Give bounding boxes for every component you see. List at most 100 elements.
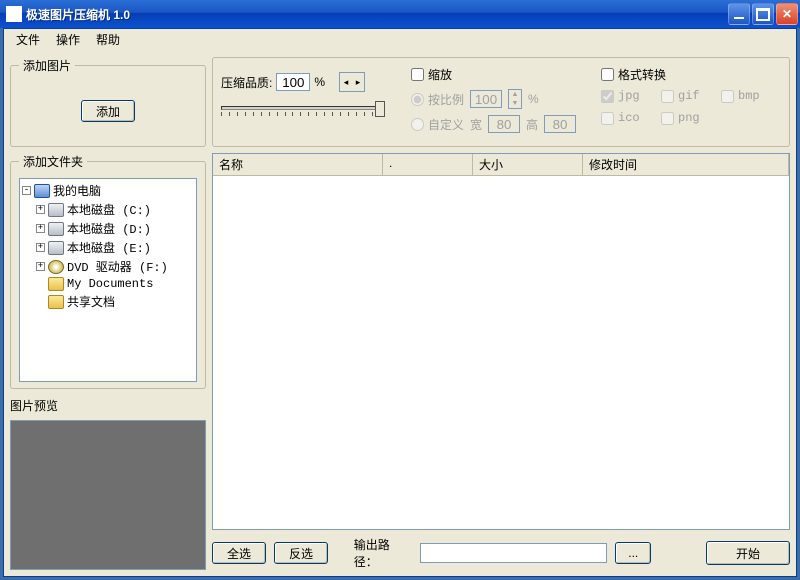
tree-node-label: My Documents [67,277,153,291]
listview-column-header[interactable]: 修改时间 [583,154,789,175]
tree-node-label: 本地磁盘 (D:) [67,220,151,237]
left-column: 添加文件夹 - 我的电脑 +本地磁盘 (C:)+本地磁盘 (D:)+本地磁盘 (… [10,153,206,570]
quality-slider[interactable] [221,106,381,110]
format-section: 格式转换 jpg gif bmp ico png [601,66,781,125]
folder-legend: 添加文件夹 [19,153,87,170]
format-gif-label: gif [678,89,700,103]
format-enable-label: 格式转换 [618,66,666,83]
tree-node[interactable]: + 本地磁盘 (D:) [36,219,194,238]
settings-group: 压缩品质: % ◂ ▸ [212,57,790,147]
format-jpg[interactable]: jpg [601,89,661,103]
invert-select-button[interactable]: 反选 [274,542,328,564]
format-enable-checkbox[interactable] [601,68,614,81]
add-button[interactable]: 添加 [81,100,135,122]
computer-icon [34,184,50,198]
scale-height-input[interactable] [544,115,576,133]
tree-node[interactable]: + 本地磁盘 (E:) [36,238,194,257]
tree-node[interactable]: 共享文档 [36,292,194,311]
scale-by-ratio-label: 按比例 [428,91,464,108]
quality-slider-thumb[interactable] [375,101,385,117]
quality-spin-up[interactable]: ◂ [340,73,352,91]
folder-tree[interactable]: - 我的电脑 +本地磁盘 (C:)+本地磁盘 (D:)+本地磁盘 (E:)+DV… [19,178,197,382]
folder-icon [48,295,64,309]
quality-slider-ticks [221,112,381,116]
preview-pane [10,420,206,570]
expander-icon[interactable]: + [36,205,45,214]
scale-enable-checkbox[interactable] [411,68,424,81]
add-image-legend: 添加图片 [19,57,75,74]
preview-label: 图片预览 [10,397,206,414]
scale-ratio-down[interactable]: ▼ [509,99,521,108]
scale-width-input[interactable] [488,115,520,133]
start-button[interactable]: 开始 [706,541,790,565]
scale-width-label: 宽 [470,116,482,133]
drive-icon [48,241,64,255]
format-jpg-checkbox[interactable] [601,90,614,103]
format-bmp[interactable]: bmp [721,89,781,103]
tree-node[interactable]: My Documents [36,276,194,292]
tree-node[interactable]: +本地磁盘 (C:) [36,200,194,219]
scale-custom[interactable]: 自定义 [411,116,464,133]
format-gif-checkbox[interactable] [661,90,674,103]
dvd-icon [48,260,64,274]
format-gif[interactable]: gif [661,89,721,103]
format-png-label: png [678,111,700,125]
output-path-input[interactable] [420,543,607,563]
quality-spinner: ◂ ▸ [339,72,365,92]
format-png-checkbox[interactable] [661,112,674,125]
scale-ratio-percent: % [528,92,539,106]
format-jpg-label: jpg [618,89,640,103]
scale-by-ratio-radio[interactable] [411,93,424,106]
format-bmp-checkbox[interactable] [721,90,734,103]
content: 添加图片 添加 压缩品质: % ◂ ▸ [4,51,796,576]
close-button[interactable] [776,3,798,25]
listview-column-header[interactable]: 名称 [213,154,383,175]
listview-column-header[interactable]: 大小 [473,154,583,175]
scale-ratio-input[interactable] [470,90,502,108]
tree-node-label: 本地磁盘 (E:) [67,239,151,256]
scale-custom-radio[interactable] [411,118,424,131]
listview-body[interactable] [213,176,789,529]
folder-icon [48,277,64,291]
expander-icon [36,280,45,289]
scale-ratio-up[interactable]: ▲ [509,90,521,99]
maximize-button[interactable] [752,3,774,25]
format-enable[interactable]: 格式转换 [601,66,781,83]
quality-spin-down[interactable]: ▸ [352,73,364,91]
scale-by-ratio[interactable]: 按比例 [411,91,464,108]
format-png[interactable]: png [661,111,721,125]
expander-icon[interactable]: + [36,262,45,271]
menu-action[interactable]: 操作 [48,29,88,50]
tree-node[interactable]: + DVD 驱动器 (F:) [36,257,194,276]
menu-file[interactable]: 文件 [8,29,48,50]
quality-section: 压缩品质: % ◂ ▸ [221,66,393,116]
quality-label: 压缩品质: [221,74,272,91]
minimize-button[interactable] [728,3,750,25]
add-image-group: 添加图片 添加 [10,57,206,147]
file-listview[interactable]: 名称.大小修改时间 [212,153,790,530]
scale-enable[interactable]: 缩放 [411,66,583,83]
quality-percent: % [314,75,325,89]
format-ico[interactable]: ico [601,111,661,125]
listview-header: 名称.大小修改时间 [213,154,789,176]
drive-icon [48,203,64,217]
format-bmp-label: bmp [738,89,760,103]
client-area: 文件 操作 帮助 添加图片 添加 压缩品质: % ◂ ▸ [3,28,797,577]
menu-help[interactable]: 帮助 [88,29,128,50]
tree-node-label: 共享文档 [67,293,115,310]
expander-icon[interactable]: + [36,243,45,252]
drive-icon [48,222,64,236]
quality-input[interactable] [276,73,310,91]
scale-height-label: 高 [526,116,538,133]
expander-icon[interactable]: + [36,224,45,233]
output-path-label: 输出路径： [354,536,413,570]
expander-icon[interactable]: - [22,186,31,195]
tree-root[interactable]: - 我的电脑 [22,181,194,200]
tree-node-label: DVD 驱动器 (F:) [67,258,168,275]
listview-column-header[interactable]: . [383,154,473,175]
scale-section: 缩放 按比例 ▲ ▼ % [411,66,583,133]
select-all-button[interactable]: 全选 [212,542,266,564]
format-ico-checkbox[interactable] [601,112,614,125]
format-ico-label: ico [618,111,640,125]
browse-button[interactable]: ... [615,542,651,564]
